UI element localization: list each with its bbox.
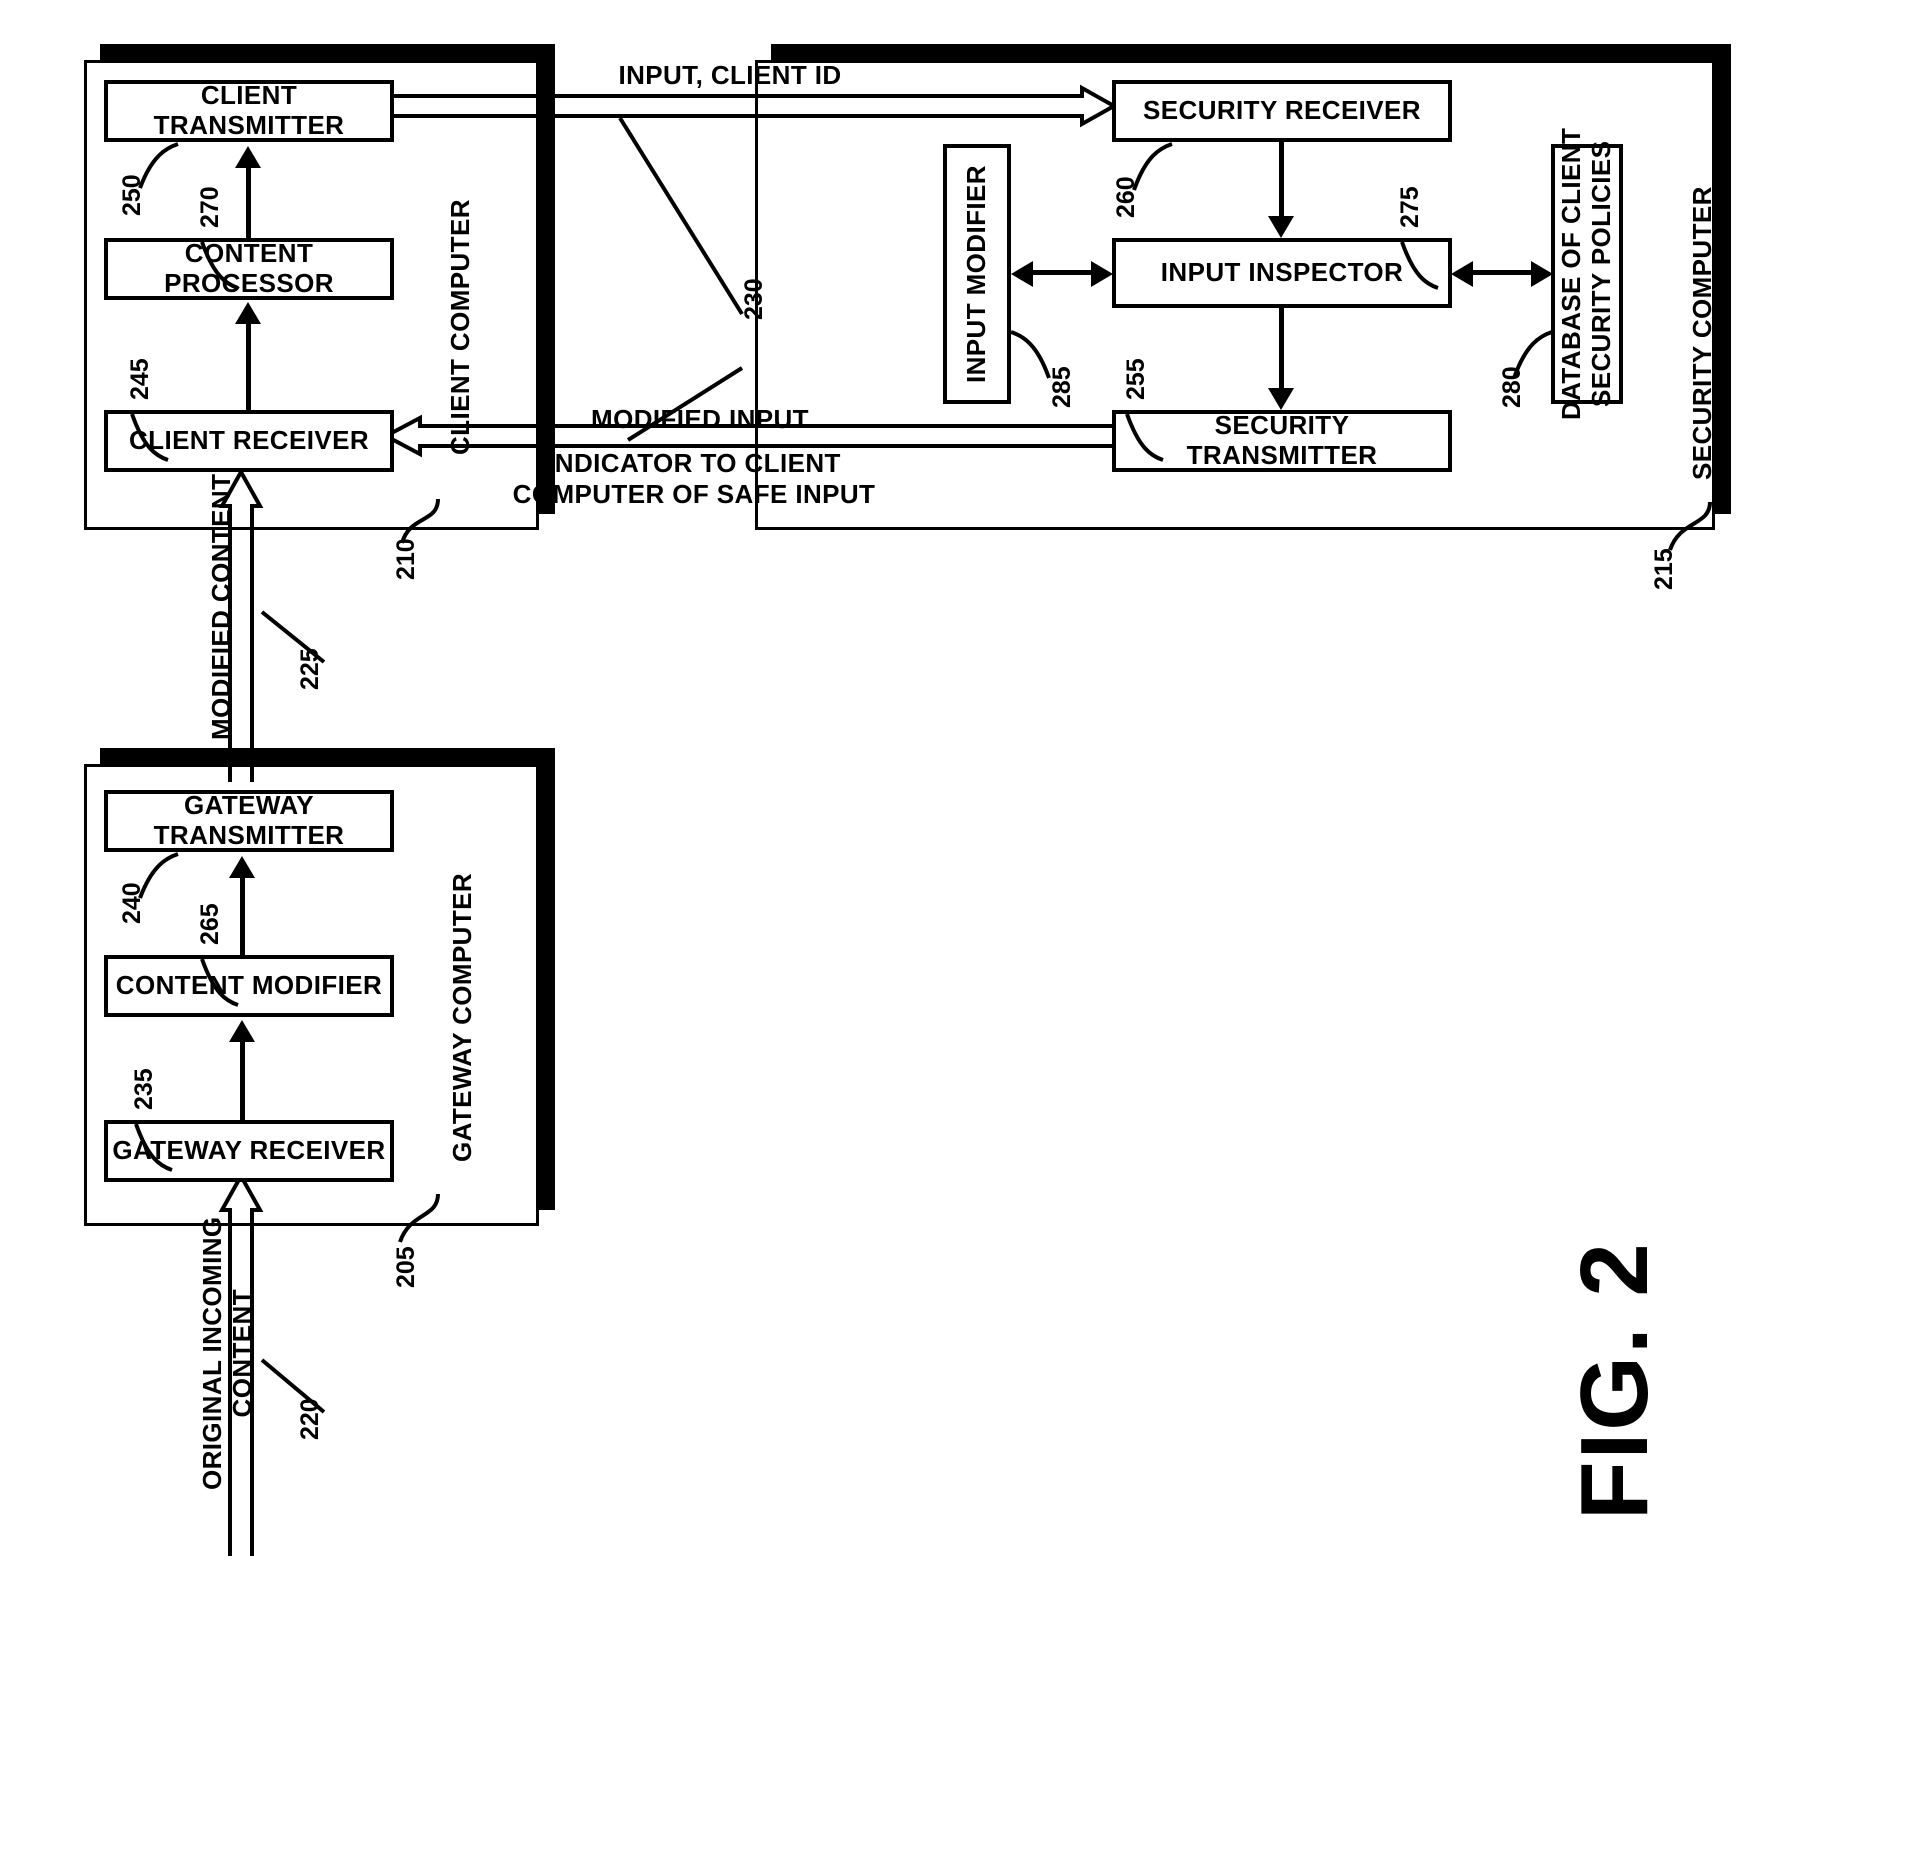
content-processor-ref: 270	[196, 186, 224, 228]
figure-canvas: CLIENT COMPUTER 210 CLIENT TRANSMITTER 2…	[0, 0, 1924, 1860]
arrow-secreceiver-to-inspector-line	[1279, 142, 1284, 216]
arrow-secreceiver-to-inspector-head	[1268, 216, 1294, 238]
arrow-processor-to-transmitter-line	[246, 166, 251, 238]
security-receiver-box: SECURITY RECEIVER	[1112, 80, 1452, 142]
arrow-receiver-to-processor-line	[246, 324, 251, 410]
arrow-modifier-inspector-head-left	[1011, 261, 1033, 287]
input-modifier-ref: 285	[1048, 366, 1076, 408]
arrow-gwreceiver-to-modifier-head	[229, 1020, 255, 1042]
client-transmitter-ref: 250	[118, 174, 146, 216]
client-transmitter-box: CLIENT TRANSMITTER	[104, 80, 394, 142]
gateway-transmitter-box: GATEWAY TRANSMITTER	[104, 790, 394, 852]
arrow-inspector-database-line	[1471, 270, 1533, 275]
arrow-modifier-inspector-head-right	[1091, 261, 1113, 287]
arrow-modifier-inspector-line	[1031, 270, 1093, 275]
gateway-receiver-ref: 235	[130, 1068, 158, 1110]
client-computer-ref: 210	[392, 538, 420, 580]
client-receiver-ref: 245	[126, 358, 154, 400]
security-receiver-ref: 260	[1112, 176, 1140, 218]
arrow-modifier-to-gwtransmitter-head	[229, 856, 255, 878]
arrow-inspector-to-sectransmitter-head	[1268, 388, 1294, 410]
security-computer-ref: 215	[1650, 548, 1678, 590]
input-inspector-ref: 275	[1396, 186, 1424, 228]
security-transmitter-leader	[1125, 413, 1164, 462]
gateway-computer-label: GATEWAY COMPUTER	[447, 872, 477, 1162]
content-modifier-ref: 265	[196, 903, 224, 945]
arrow-inspector-to-sectransmitter-line	[1279, 308, 1284, 388]
gateway-transmitter-ref: 240	[118, 882, 146, 924]
input-inspector-leader	[1400, 241, 1439, 290]
flow-230-ref: 230	[740, 278, 768, 320]
original-content-label: ORIGINAL INCOMING CONTENT	[197, 1216, 257, 1490]
arrow-modifier-to-gwtransmitter-line	[240, 876, 245, 956]
safe-input-indicator-label: INDICATOR TO CLIENT COMPUTER OF SAFE INP…	[512, 448, 876, 510]
arrow-processor-to-transmitter-head	[235, 146, 261, 168]
security-computer-label: SECURITY COMPUTER	[1687, 186, 1717, 480]
modified-content-ref: 225	[296, 648, 324, 690]
content-processor-leader	[200, 241, 239, 290]
arrow-inspector-database-head-left	[1451, 261, 1473, 287]
arrow-inspector-database-head-right	[1531, 261, 1553, 287]
policy-database-ref: 280	[1498, 366, 1526, 408]
arrow-gwreceiver-to-modifier-line	[240, 1040, 245, 1120]
client-computer-label: CLIENT COMPUTER	[445, 199, 475, 455]
client-receiver-leader	[130, 413, 169, 462]
original-content-ref: 220	[296, 1398, 324, 1440]
modified-content-label: MODIFIED CONTENT	[206, 473, 236, 740]
gateway-computer-ref: 205	[392, 1246, 420, 1288]
content-modifier-leader	[200, 958, 239, 1007]
arrow-receiver-to-processor-head	[235, 302, 261, 324]
security-transmitter-ref: 255	[1122, 358, 1150, 400]
figure-label: FIG. 2	[1561, 1241, 1668, 1520]
input-client-id-label: INPUT, CLIENT ID	[618, 60, 842, 90]
input-modifier-box: INPUT MODIFIER	[943, 144, 1011, 404]
gateway-receiver-leader	[134, 1123, 173, 1172]
policy-database-label: DATABASE OF CLIENT SECURITY POLICIES	[1556, 127, 1616, 421]
